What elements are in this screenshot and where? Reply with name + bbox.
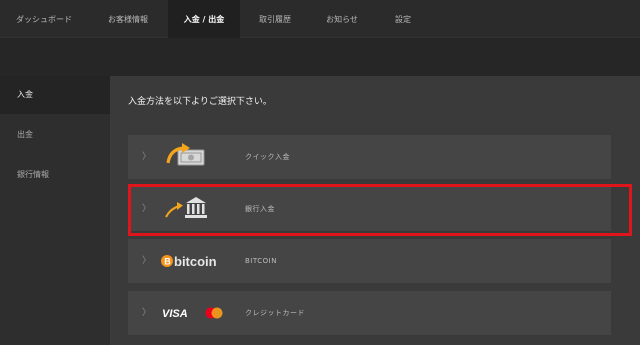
main-panel: 入金方法を以下よりご選択下さい。 〉 クイック入金 〉 銀行入金 〉 B bit… bbox=[110, 76, 640, 345]
chevron-right-icon: 〉 bbox=[142, 152, 152, 162]
option-quick-deposit[interactable]: 〉 クイック入金 bbox=[128, 135, 611, 179]
sidebar-item-deposit[interactable]: 入金 bbox=[0, 76, 110, 114]
cash-transfer-icon bbox=[166, 143, 205, 166]
visa-mastercard-logo: VISA bbox=[162, 307, 223, 320]
option-label: BITCOIN bbox=[245, 257, 277, 265]
svg-text:B: B bbox=[164, 257, 171, 267]
tab-transaction-history[interactable]: 取引履歴 bbox=[240, 0, 310, 38]
option-label: クレジットカード bbox=[245, 309, 305, 317]
bitcoin-logo: B bitcoin bbox=[161, 254, 217, 269]
chevron-right-icon: 〉 bbox=[142, 256, 152, 266]
option-label: クイック入金 bbox=[245, 153, 290, 161]
option-credit-card[interactable]: 〉 VISA クレジットカード bbox=[128, 291, 611, 335]
tab-notices[interactable]: お知らせ bbox=[310, 0, 374, 38]
page-heading: 入金方法を以下よりご選択下さい。 bbox=[128, 97, 272, 107]
option-bitcoin[interactable]: 〉 B bitcoin BITCOIN bbox=[128, 239, 611, 283]
bank-icon bbox=[165, 197, 207, 218]
header-band bbox=[0, 38, 640, 76]
tab-customer-info[interactable]: お客様情報 bbox=[88, 0, 168, 38]
svg-text:bitcoin: bitcoin bbox=[174, 254, 217, 269]
tab-deposit-withdraw[interactable]: 入金 / 出金 bbox=[168, 0, 240, 38]
chevron-right-icon: 〉 bbox=[142, 204, 152, 214]
option-bank-deposit[interactable]: 〉 銀行入金 bbox=[128, 187, 611, 231]
option-label: 銀行入金 bbox=[245, 205, 275, 213]
sidebar: 入金 出金 銀行情報 bbox=[0, 76, 110, 345]
tab-settings[interactable]: 設定 bbox=[374, 0, 432, 38]
chevron-right-icon: 〉 bbox=[142, 308, 152, 318]
sidebar-item-withdraw[interactable]: 出金 bbox=[0, 116, 110, 154]
top-nav: ダッシュボード お客様情報 入金 / 出金 取引履歴 お知らせ 設定 bbox=[0, 0, 640, 38]
svg-text:VISA: VISA bbox=[162, 308, 188, 320]
tab-dashboard[interactable]: ダッシュボード bbox=[0, 0, 88, 38]
sidebar-item-bank-info[interactable]: 銀行情報 bbox=[0, 156, 110, 194]
